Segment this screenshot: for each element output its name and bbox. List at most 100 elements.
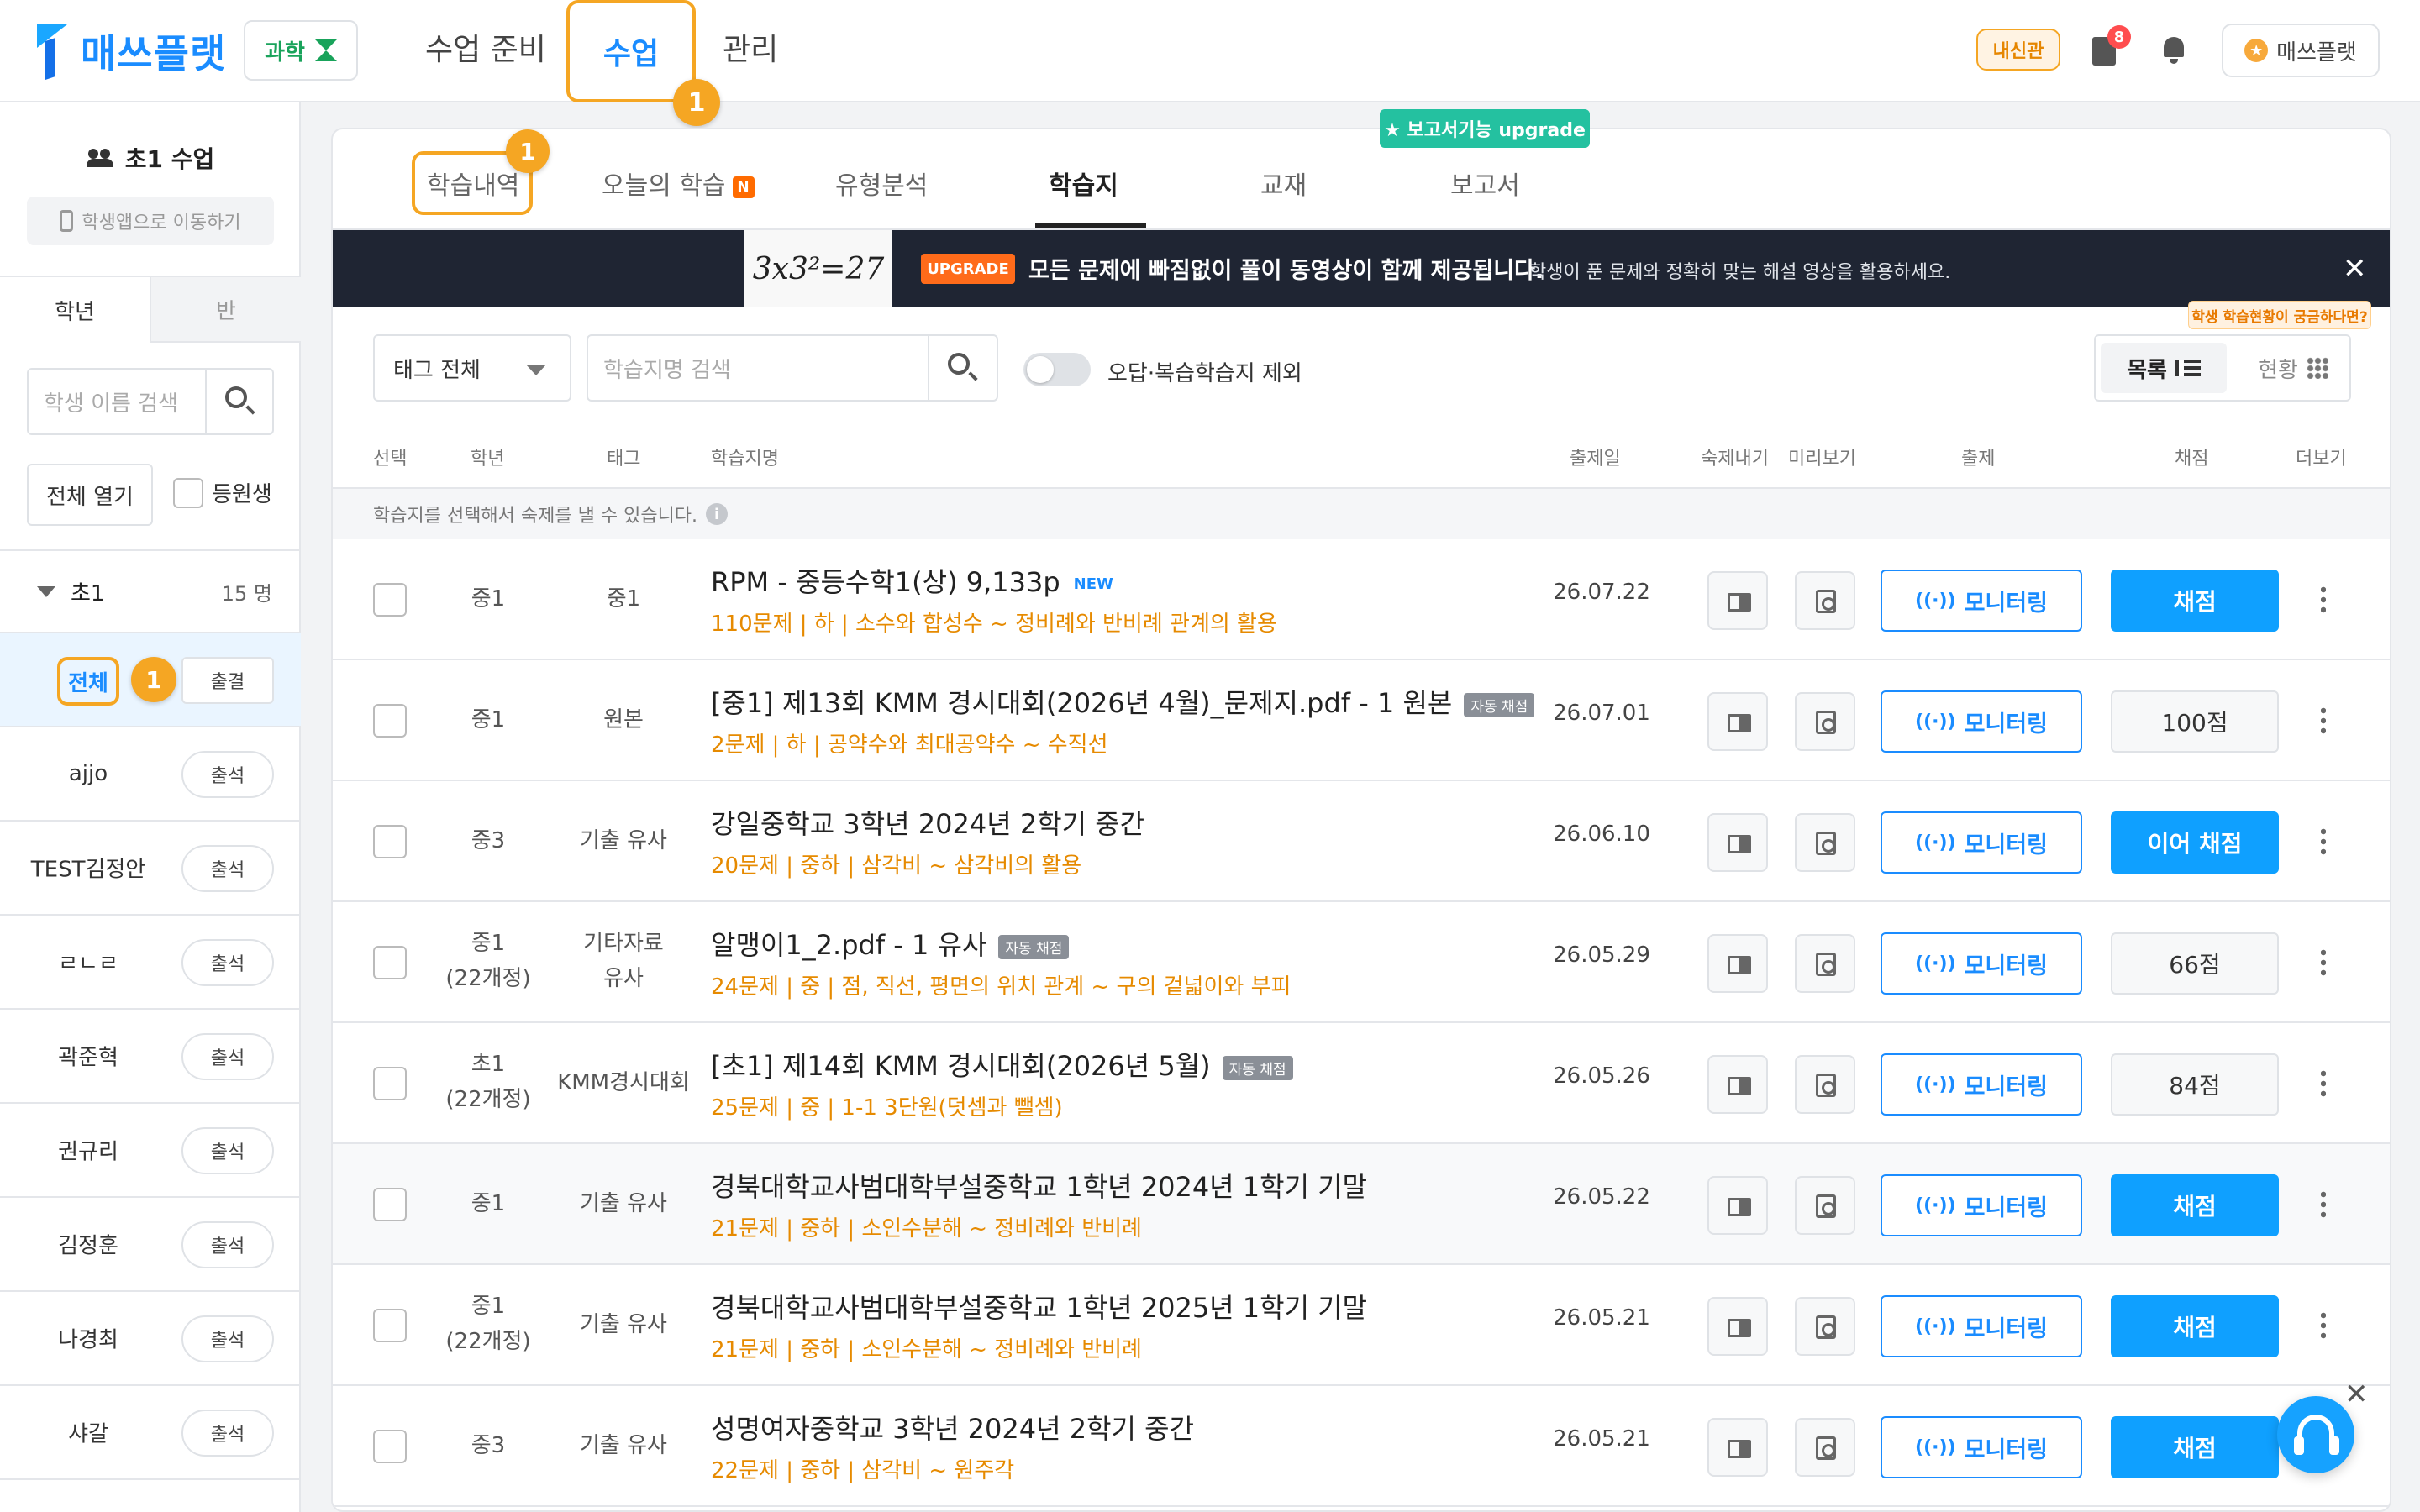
preview-button[interactable] <box>1795 1055 1855 1114</box>
continue-grading-button[interactable]: 이어 채점 <box>2111 811 2279 874</box>
upgrade-banner[interactable]: 3x3²=27 UPGRADE 모든 문제에 빠짐없이 풀이 동영상이 함께 제… <box>333 230 2390 307</box>
attendance-button[interactable]: 출석 <box>182 1315 274 1362</box>
open-all-button[interactable]: 전체 열기 <box>27 464 153 526</box>
more-icon[interactable] <box>2321 827 2326 857</box>
monitoring-button[interactable]: ((·)) 모니터링 <box>1881 1416 2082 1478</box>
tab-textbook[interactable]: 교재 <box>1260 165 1307 202</box>
tab-class[interactable]: 반 <box>150 277 301 343</box>
student-row[interactable]: ㄹㄴㄹ 출석 <box>0 916 301 1010</box>
student-app-button[interactable]: 학생앱으로 이동하기 <box>27 197 274 245</box>
row-checkbox[interactable] <box>373 825 407 858</box>
score-button[interactable]: 84점 <box>2111 1053 2279 1116</box>
attendance-button[interactable]: 출석 <box>182 1410 274 1457</box>
homework-button[interactable] <box>1707 1176 1768 1235</box>
report-upgrade-tag[interactable]: ★ 보고서기능 upgrade <box>1380 109 1590 148</box>
worksheet-row[interactable]: 중1 중1 RPM - 중등수학1(상) 9,133p NEW 110문제 | 하… <box>333 539 2390 660</box>
tab-worksheets[interactable]: 학습지 <box>1049 165 1118 202</box>
enrolled-filter[interactable]: 등원생 <box>173 477 272 508</box>
view-list-button[interactable]: 목록 <box>2101 343 2227 393</box>
worksheet-row[interactable]: 중1 (22개정) 기출 유사 경북대학교사범대학부설중학교 1학년 2025년 … <box>333 1265 2390 1386</box>
row-title[interactable]: 강일중학교 3학년 2024년 2학기 중간 <box>711 803 1144 842</box>
grading-button[interactable]: 채점 <box>2111 1416 2279 1478</box>
close-icon[interactable]: ✕ <box>2343 254 2367 284</box>
worksheet-row[interactable]: 중1 기출 유사 경북대학교사범대학부설중학교 1학년 2024년 1학기 기말… <box>333 1144 2390 1265</box>
help-chat-button[interactable] <box>2277 1396 2354 1473</box>
grading-button[interactable]: 채점 <box>2111 570 2279 632</box>
tag-filter-select[interactable]: 태그 전체 <box>373 334 571 402</box>
attendance-button[interactable]: 출석 <box>182 939 274 986</box>
grade-group-header[interactable]: 초1 15 명 <box>0 549 301 633</box>
more-icon[interactable] <box>2321 585 2326 615</box>
more-icon[interactable] <box>2321 1310 2326 1341</box>
more-icon[interactable] <box>2321 1189 2326 1220</box>
monitoring-button[interactable]: ((·)) 모니터링 <box>1881 690 2082 753</box>
homework-button[interactable] <box>1707 1055 1768 1114</box>
row-checkbox[interactable] <box>373 1067 407 1100</box>
row-title[interactable]: 성명여자중학교 3학년 2024년 2학기 중간 <box>711 1408 1194 1446</box>
score-button[interactable]: 66점 <box>2111 932 2279 995</box>
tab-type-analysis[interactable]: 유형분석 <box>835 165 928 202</box>
tab-report[interactable]: 보고서 <box>1450 165 1520 202</box>
student-search-input[interactable]: 학생 이름 검색 <box>29 370 205 433</box>
worksheet-search-button[interactable] <box>928 336 997 400</box>
more-icon[interactable] <box>2321 948 2326 978</box>
preview-button[interactable] <box>1795 1176 1855 1235</box>
preview-button[interactable] <box>1795 1418 1855 1477</box>
attendance-button[interactable]: 출석 <box>182 1221 274 1268</box>
attendance-button[interactable]: 출석 <box>182 751 274 798</box>
preview-button[interactable] <box>1795 1297 1855 1356</box>
student-row[interactable]: 나경최 출석 <box>0 1292 301 1386</box>
monitoring-button[interactable]: ((·)) 모니터링 <box>1881 811 2082 874</box>
worksheet-search-input[interactable]: 학습지명 검색 <box>588 336 928 400</box>
account-button[interactable]: ★ 매쓰플랫 <box>2222 24 2380 77</box>
homework-button[interactable] <box>1707 934 1768 993</box>
info-icon[interactable]: i <box>706 503 729 525</box>
student-row[interactable]: 곽준혁 출석 <box>0 1010 301 1104</box>
monitoring-button[interactable]: ((·)) 모니터링 <box>1881 932 2082 995</box>
worksheet-row[interactable]: 중1 (22개정) 기타자료 유사 알맹이1_2.pdf - 1 유사 자동 채점 2… <box>333 902 2390 1023</box>
worksheet-row[interactable]: 중1 원본 [중1] 제13회 KMM 경시대회(2026년 4월)_문제지.p… <box>333 660 2390 781</box>
enrolled-checkbox[interactable] <box>173 477 203 508</box>
student-row[interactable]: 샤갈 출석 <box>0 1386 301 1480</box>
student-search-button[interactable] <box>205 370 272 433</box>
homework-button[interactable] <box>1707 1418 1768 1477</box>
row-checkbox[interactable] <box>373 1188 407 1221</box>
close-icon[interactable]: ✕ <box>2344 1378 2369 1411</box>
row-checkbox[interactable] <box>373 946 407 979</box>
row-checkbox[interactable] <box>373 583 407 617</box>
monitoring-button[interactable]: ((·)) 모니터링 <box>1881 1295 2082 1357</box>
worksheet-row[interactable]: 중3 기출 유사 성명여자중학교 3학년 2024년 2학기 중간 22문제 |… <box>333 1386 2390 1507</box>
monitoring-button[interactable]: ((·)) 모니터링 <box>1881 570 2082 632</box>
row-checkbox[interactable] <box>373 704 407 738</box>
subject-switcher[interactable]: 과학 <box>244 20 358 81</box>
row-title[interactable]: [중1] 제13회 KMM 경시대회(2026년 4월)_문제지.pdf - 1… <box>711 682 1535 721</box>
more-icon[interactable] <box>2321 706 2326 736</box>
tab-grade[interactable]: 학년 <box>0 277 150 343</box>
nav-manage[interactable]: 관리 <box>723 25 778 69</box>
student-row[interactable]: 권규리 출석 <box>0 1104 301 1198</box>
attendance-button[interactable]: 출석 <box>182 845 274 892</box>
attendance-button[interactable]: 출결 <box>182 657 274 704</box>
nav-class[interactable]: 수업 <box>566 0 696 102</box>
bell-icon[interactable] <box>2161 37 2186 64</box>
student-row-all[interactable]: 전체 1 출결 <box>0 633 301 727</box>
nav-class-prep[interactable]: 수업 준비 <box>425 25 546 69</box>
row-title[interactable]: 알맹이1_2.pdf - 1 유사 자동 채점 <box>711 924 1070 963</box>
monitoring-button[interactable]: ((·)) 모니터링 <box>1881 1174 2082 1236</box>
row-checkbox[interactable] <box>373 1309 407 1342</box>
app-logo[interactable]: 매쓰플랫 <box>37 24 226 79</box>
row-title[interactable]: [초1] 제14회 KMM 경시대회(2026년 5월) 자동 채점 <box>711 1045 1293 1084</box>
row-title[interactable]: 경북대학교사범대학부설중학교 1학년 2025년 1학기 기말 <box>711 1287 1367 1326</box>
homework-button[interactable] <box>1707 571 1768 630</box>
all-students-label[interactable]: 전체 <box>57 657 119 706</box>
worksheet-row[interactable]: 초1 (22개정) KMM경시대회 [초1] 제14회 KMM 경시대회(2026… <box>333 1023 2390 1144</box>
row-title[interactable]: RPM - 중등수학1(상) 9,133p NEW <box>711 561 1113 600</box>
exclude-review-toggle[interactable] <box>1023 353 1091 386</box>
preview-button[interactable] <box>1795 692 1855 751</box>
preview-button[interactable] <box>1795 571 1855 630</box>
preview-button[interactable] <box>1795 934 1855 993</box>
student-row[interactable]: 김정훈 출석 <box>0 1198 301 1292</box>
attendance-button[interactable]: 출석 <box>182 1033 274 1080</box>
preview-button[interactable] <box>1795 813 1855 872</box>
tab-today[interactable]: 오늘의 학습 N <box>602 165 755 202</box>
